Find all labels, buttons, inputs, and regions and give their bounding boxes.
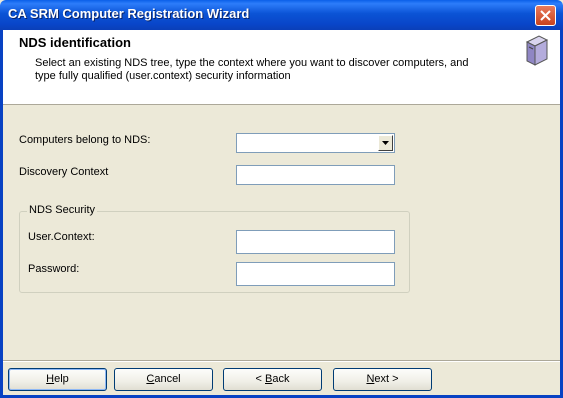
password-label: Password: bbox=[28, 263, 80, 275]
page-title: NDS identification bbox=[19, 35, 131, 50]
page-description: Select an existing NDS tree, type the co… bbox=[35, 57, 469, 82]
help-button[interactable]: Help bbox=[8, 368, 107, 391]
nds-label: Computers belong to NDS: bbox=[19, 134, 151, 146]
close-icon bbox=[540, 10, 551, 21]
server-icon bbox=[525, 35, 549, 66]
discovery-context-label: Discovery Context bbox=[19, 166, 109, 178]
cancel-button[interactable]: Cancel bbox=[114, 368, 213, 391]
wizard-header: NDS identification Select an existing ND… bbox=[3, 30, 560, 105]
chevron-down-icon bbox=[382, 141, 389, 145]
button-separator bbox=[3, 360, 560, 362]
user-context-label: User.Context: bbox=[28, 231, 95, 243]
discovery-context-input[interactable] bbox=[236, 165, 395, 185]
user-context-input[interactable] bbox=[236, 230, 395, 254]
nds-security-legend: NDS Security bbox=[27, 204, 98, 216]
next-button[interactable]: Next > bbox=[333, 368, 432, 391]
close-button[interactable] bbox=[535, 5, 556, 26]
back-button[interactable]: < Back bbox=[223, 368, 322, 391]
nds-tree-dropdown[interactable] bbox=[236, 133, 395, 153]
wizard-window: CA SRM Computer Registration Wizard NDS … bbox=[0, 0, 563, 398]
title-bar[interactable]: CA SRM Computer Registration Wizard bbox=[0, 0, 563, 30]
dropdown-button[interactable] bbox=[378, 135, 393, 151]
window-title: CA SRM Computer Registration Wizard bbox=[8, 6, 250, 21]
password-input[interactable] bbox=[236, 262, 395, 286]
